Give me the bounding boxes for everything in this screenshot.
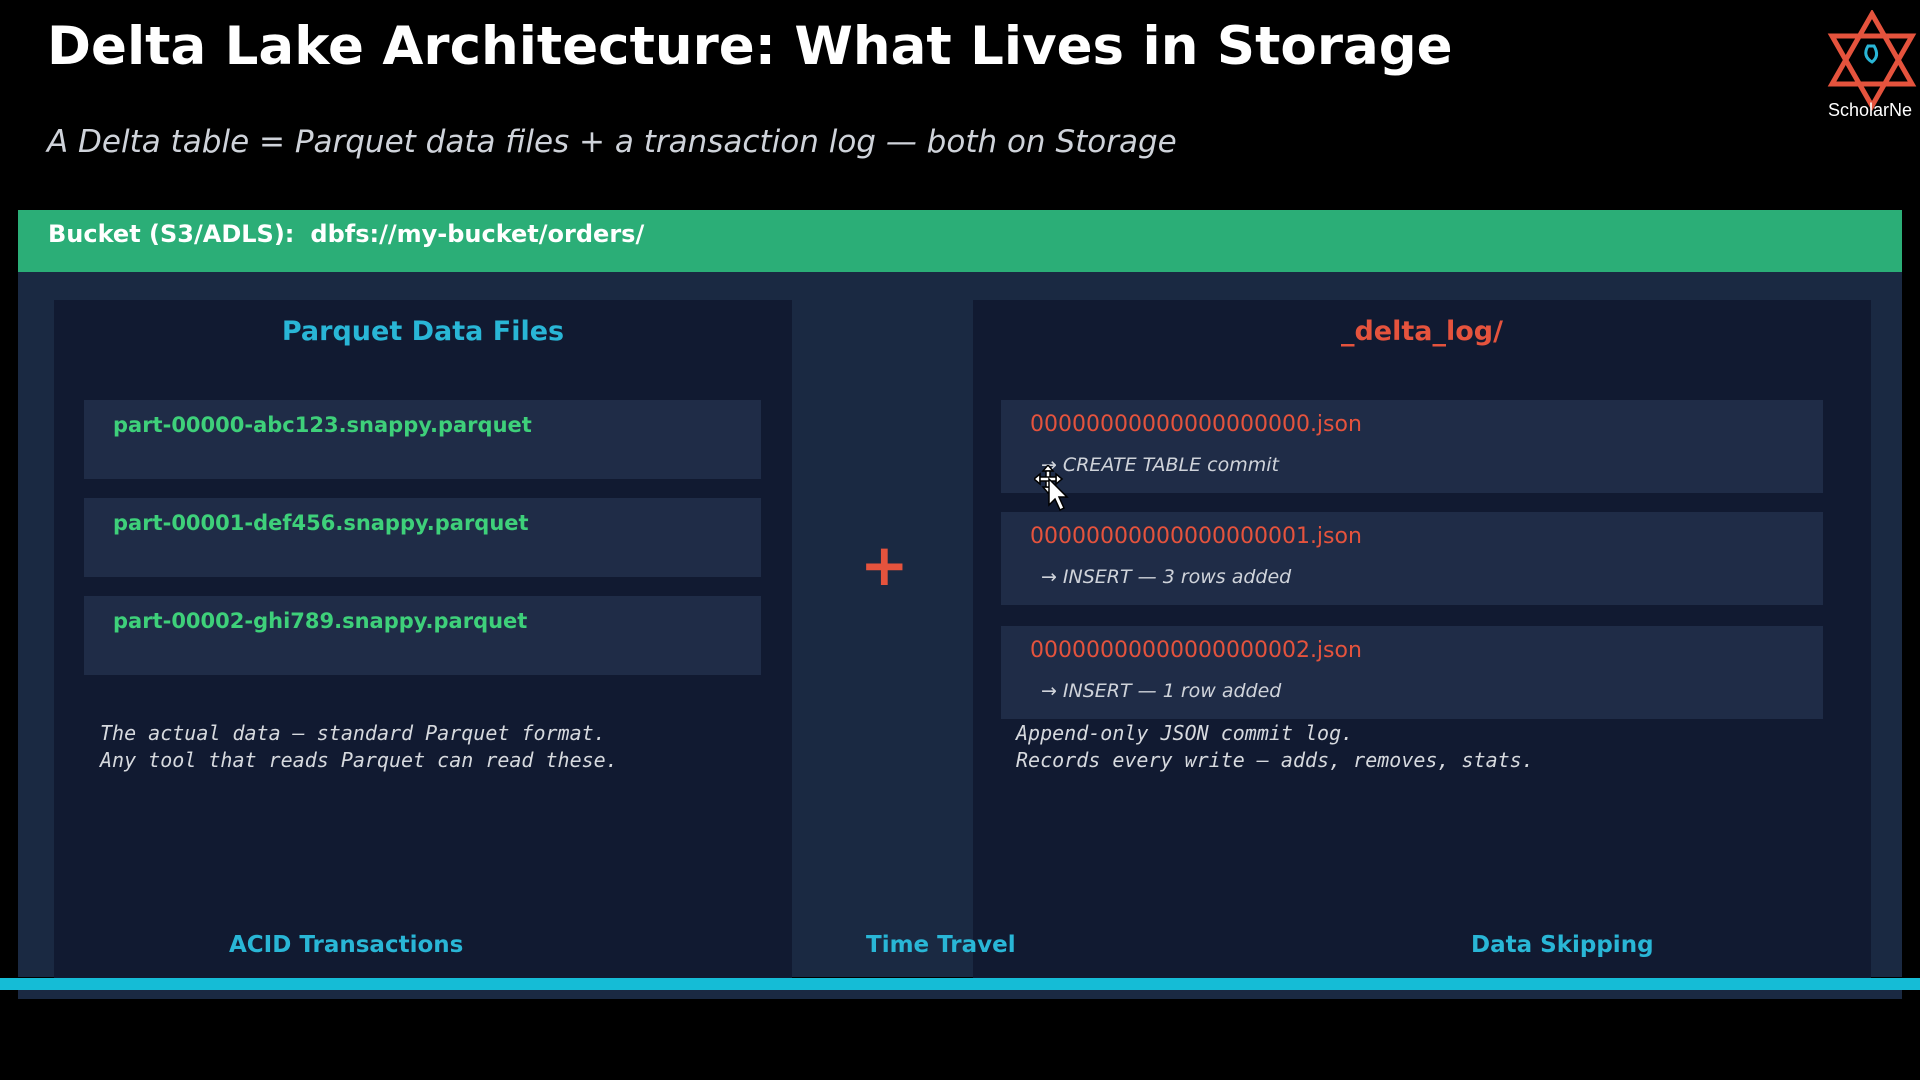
delta-log-note: Append-only JSON commit log. Records eve… (1016, 720, 1534, 774)
slide-subtitle: A Delta table = Parquet data files + a t… (47, 124, 1177, 160)
arrow-right-icon: → (1041, 566, 1057, 588)
log-entry-desc: → INSERT — 1 row added (1041, 680, 1281, 702)
log-entry-card: 00000000000000000000.json →CREATE TABLE … (1001, 400, 1823, 493)
bottom-strip (18, 990, 1902, 999)
parquet-file-card: part-00000-abc123.snappy.parquet (84, 400, 761, 479)
delta-log-panel: _delta_log/ 00000000000000000000.json →C… (973, 300, 1871, 980)
log-entry-desc: →CREATE TABLE commit (1041, 454, 1279, 476)
feature-time-travel: Time Travel (866, 932, 1016, 958)
log-entry-desc-text: CREATE TABLE commit (1062, 454, 1280, 476)
parquet-file-name: part-00002-ghi789.snappy.parquet (113, 609, 528, 633)
log-entry-desc-text: INSERT — 3 rows added (1062, 566, 1292, 588)
bucket-text: Bucket (S3/ADLS): dbfs://my-bucket/orders… (48, 220, 644, 248)
log-entry-card: 00000000000000000001.json → INSERT — 3 ro… (1001, 512, 1823, 605)
log-entry-desc: → INSERT — 3 rows added (1041, 566, 1291, 588)
parquet-panel: Parquet Data Files part-00000-abc123.sna… (54, 300, 792, 980)
bucket-label: Bucket (S3/ADLS): (48, 220, 295, 248)
storage-stage: Parquet Data Files part-00000-abc123.sna… (18, 272, 1902, 980)
feature-data-skipping: Data Skipping (1471, 932, 1654, 958)
log-entry-name: 00000000000000000002.json (1030, 638, 1362, 663)
delta-log-note-line1: Append-only JSON commit log. (1016, 721, 1354, 745)
log-entry-name: 00000000000000000000.json (1030, 412, 1362, 437)
bottom-accent-line (0, 978, 1920, 990)
parquet-file-name: part-00001-def456.snappy.parquet (113, 511, 529, 535)
parquet-file-card: part-00001-def456.snappy.parquet (84, 498, 761, 577)
plus-icon: + (860, 531, 909, 599)
feature-acid-transactions: ACID Transactions (229, 932, 464, 958)
bucket-path: dbfs://my-bucket/orders/ (310, 220, 645, 248)
bucket-bar: Bucket (S3/ADLS): dbfs://my-bucket/orders… (18, 210, 1902, 272)
move-cursor-icon (1034, 465, 1069, 512)
parquet-file-name: part-00000-abc123.snappy.parquet (113, 413, 532, 437)
log-entry-name: 00000000000000000001.json (1030, 524, 1362, 549)
log-entry-desc-text: INSERT — 1 row added (1062, 680, 1282, 702)
delta-log-panel-title: _delta_log/ (1340, 316, 1503, 347)
parquet-note: The actual data — standard Parquet forma… (100, 720, 618, 774)
slide-title: Delta Lake Architecture: What Lives in S… (47, 16, 1453, 77)
logo-text: ScholarNe (1828, 100, 1913, 120)
parquet-panel-title: Parquet Data Files (281, 316, 565, 347)
log-entry-card: 00000000000000000002.json → INSERT — 1 ro… (1001, 626, 1823, 719)
delta-log-note-line2: Records every write — adds, removes, sta… (1016, 748, 1534, 772)
arrow-right-icon: → (1041, 680, 1057, 702)
parquet-file-card: part-00002-ghi789.snappy.parquet (84, 596, 761, 675)
parquet-note-line2: Any tool that reads Parquet can read the… (100, 748, 618, 772)
parquet-note-line1: The actual data — standard Parquet forma… (100, 721, 606, 745)
